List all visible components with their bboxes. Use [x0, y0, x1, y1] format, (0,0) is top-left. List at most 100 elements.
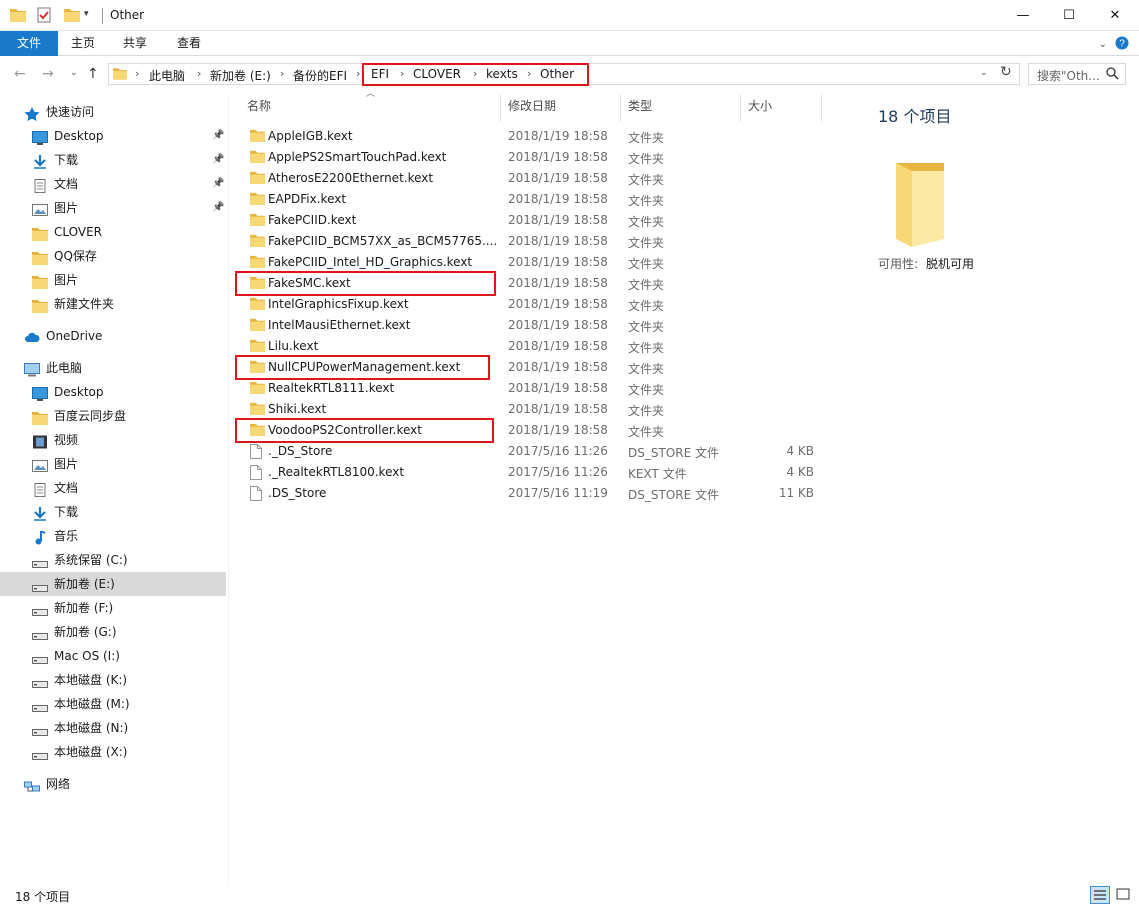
recent-locations-icon[interactable]: ⌄: [70, 68, 78, 78]
up-icon[interactable]: ↑: [87, 66, 99, 82]
sidebar-item[interactable]: 图片: [0, 268, 226, 292]
chevron-right-icon[interactable]: ›: [527, 67, 531, 80]
column-separator[interactable]: [620, 94, 621, 122]
pane-divider[interactable]: [228, 96, 229, 882]
file-row[interactable]: FakePCIID_BCM57XX_as_BCM57765.... 2018/1/…: [244, 231, 824, 252]
sidebar-item[interactable]: 新建文件夹: [0, 292, 226, 316]
file-row[interactable]: VoodooPS2Controller.kext 2018/1/19 18:58 文…: [244, 420, 824, 441]
breadcrumb-clover[interactable]: CLOVER: [413, 67, 461, 81]
details-item-count: 18 个项目: [878, 107, 952, 126]
sidebar-item[interactable]: 本地磁盘 (K:): [0, 668, 226, 692]
chevron-right-icon[interactable]: ›: [356, 67, 360, 80]
large-icons-view-icon[interactable]: [1114, 886, 1134, 904]
tab-view[interactable]: 查看: [164, 31, 214, 56]
sidebar-item[interactable]: 新加卷 (G:): [0, 620, 226, 644]
customize-toolbar-dropdown-icon[interactable]: ▾: [84, 9, 89, 19]
new-folder-icon[interactable]: [64, 8, 80, 25]
column-separator[interactable]: [500, 94, 501, 122]
file-name: RealtekRTL8111.kext: [268, 381, 395, 395]
file-row[interactable]: IntelGraphicsFixup.kext 2018/1/19 18:58 文件…: [244, 294, 824, 315]
column-header-size[interactable]: 大小: [748, 96, 818, 120]
address-bar[interactable]: › 此电脑 › 新加卷 (E:) › 备份的EFI › EFI › CLOVER…: [108, 63, 1020, 85]
breadcrumb-drive-e[interactable]: 新加卷 (E:): [210, 67, 271, 84]
sidebar-item[interactable]: 图片 📌: [0, 196, 226, 220]
file-row[interactable]: EAPDFix.kext 2018/1/19 18:58 文件夹: [244, 189, 824, 210]
sidebar-item[interactable]: 新加卷 (E:): [0, 572, 226, 596]
minimize-button[interactable]: —: [1000, 0, 1046, 31]
breadcrumb-backup-efi[interactable]: 备份的EFI: [293, 67, 347, 84]
sidebar-item[interactable]: 系统保留 (C:): [0, 548, 226, 572]
breadcrumb-other[interactable]: Other: [540, 67, 574, 81]
file-row[interactable]: AppleIGB.kext 2018/1/19 18:58 文件夹: [244, 126, 824, 147]
chevron-right-icon[interactable]: ›: [280, 67, 284, 80]
chevron-right-icon[interactable]: ›: [400, 67, 404, 80]
file-row[interactable]: Lilu.kext 2018/1/19 18:58 文件夹: [244, 336, 824, 357]
column-separator[interactable]: [821, 94, 822, 122]
folder-icon: [250, 360, 265, 376]
back-icon[interactable]: ←: [14, 66, 26, 82]
sidebar-item[interactable]: 快速访问: [0, 100, 226, 124]
help-icon[interactable]: ?: [1115, 36, 1129, 53]
file-row[interactable]: ._RealtekRTL8100.kext 2017/5/16 11:26 KEXT…: [244, 462, 824, 483]
file-row[interactable]: FakeSMC.kext 2018/1/19 18:58 文件夹: [244, 273, 824, 294]
refresh-icon[interactable]: ↻: [1000, 64, 1012, 80]
sidebar-item[interactable]: 此电脑: [0, 356, 226, 380]
file-row[interactable]: NullCPUPowerManagement.kext 2018/1/19 18:…: [244, 357, 824, 378]
file-date: 2018/1/19 18:58: [508, 318, 608, 332]
column-header-type[interactable]: 类型: [628, 96, 738, 120]
file-row[interactable]: Shiki.kext 2018/1/19 18:58 文件夹: [244, 399, 824, 420]
file-row[interactable]: IntelMausiEthernet.kext 2018/1/19 18:58 文件…: [244, 315, 824, 336]
address-dropdown-icon[interactable]: ⌄: [980, 68, 988, 78]
column-header-date[interactable]: 修改日期: [508, 96, 618, 120]
sidebar-item[interactable]: Desktop: [0, 380, 226, 404]
sidebar-item[interactable]: 本地磁盘 (M:): [0, 692, 226, 716]
chevron-right-icon[interactable]: ›: [135, 67, 139, 80]
details-view-icon[interactable]: [1090, 886, 1110, 904]
sidebar-item[interactable]: OneDrive: [0, 324, 226, 348]
column-header-name[interactable]: 名称: [247, 96, 497, 120]
chevron-right-icon[interactable]: ›: [197, 67, 201, 80]
sidebar-item[interactable]: 百度云同步盘: [0, 404, 226, 428]
sidebar-item[interactable]: 本地磁盘 (X:): [0, 740, 226, 764]
sidebar-item[interactable]: 图片: [0, 452, 226, 476]
sidebar-item[interactable]: 文档 📌: [0, 172, 226, 196]
file-row[interactable]: FakePCIID_Intel_HD_Graphics.kext 2018/1/1…: [244, 252, 824, 273]
file-name: NullCPUPowerManagement.kext: [268, 360, 461, 374]
column-separator[interactable]: [740, 94, 741, 122]
maximize-button[interactable]: ☐: [1046, 0, 1092, 31]
tab-file[interactable]: 文件: [0, 31, 58, 56]
sidebar-item[interactable]: 下载 📌: [0, 148, 226, 172]
sidebar-item[interactable]: Mac OS (I:): [0, 644, 226, 668]
sidebar-item[interactable]: 视频: [0, 428, 226, 452]
file-row[interactable]: ._DS_Store 2017/5/16 11:26 DS_STORE 文件 4 KB: [244, 441, 824, 462]
sidebar-item[interactable]: 文档: [0, 476, 226, 500]
tab-share[interactable]: 共享: [110, 31, 160, 56]
window-title: Other: [110, 8, 145, 22]
pin-icon: 📌: [212, 130, 225, 141]
chevron-right-icon[interactable]: ›: [473, 67, 477, 80]
breadcrumb-kexts[interactable]: kexts: [486, 67, 518, 81]
properties-icon[interactable]: [36, 7, 52, 26]
file-row[interactable]: .DS_Store 2017/5/16 11:19 DS_STORE 文件 11 KB: [244, 483, 824, 504]
sidebar-item[interactable]: 本地磁盘 (N:): [0, 716, 226, 740]
file-row[interactable]: RealtekRTL8111.kext 2018/1/19 18:58 文件夹: [244, 378, 824, 399]
sidebar-item-label: Desktop: [54, 385, 104, 399]
sidebar-item[interactable]: 新加卷 (F:): [0, 596, 226, 620]
close-button[interactable]: ✕: [1092, 0, 1138, 31]
sidebar-item[interactable]: Desktop 📌: [0, 124, 226, 148]
forward-icon[interactable]: →: [42, 66, 54, 82]
file-row[interactable]: AtherosE2200Ethernet.kext 2018/1/19 18:58…: [244, 168, 824, 189]
expand-ribbon-icon[interactable]: ⌄: [1099, 39, 1107, 50]
breadcrumb-this-pc[interactable]: 此电脑: [149, 67, 185, 84]
tab-home[interactable]: 主页: [58, 31, 108, 56]
sidebar-item[interactable]: 音乐: [0, 524, 226, 548]
file-row[interactable]: ApplePS2SmartTouchPad.kext 2018/1/19 18:5…: [244, 147, 824, 168]
search-icon[interactable]: [1106, 67, 1119, 83]
sidebar-item[interactable]: QQ保存: [0, 244, 226, 268]
cloud-icon: [24, 329, 40, 343]
breadcrumb-efi[interactable]: EFI: [371, 67, 389, 81]
sidebar-item[interactable]: CLOVER: [0, 220, 226, 244]
sidebar-item[interactable]: 网络: [0, 772, 226, 796]
sidebar-item[interactable]: 下载: [0, 500, 226, 524]
file-row[interactable]: FakePCIID.kext 2018/1/19 18:58 文件夹: [244, 210, 824, 231]
